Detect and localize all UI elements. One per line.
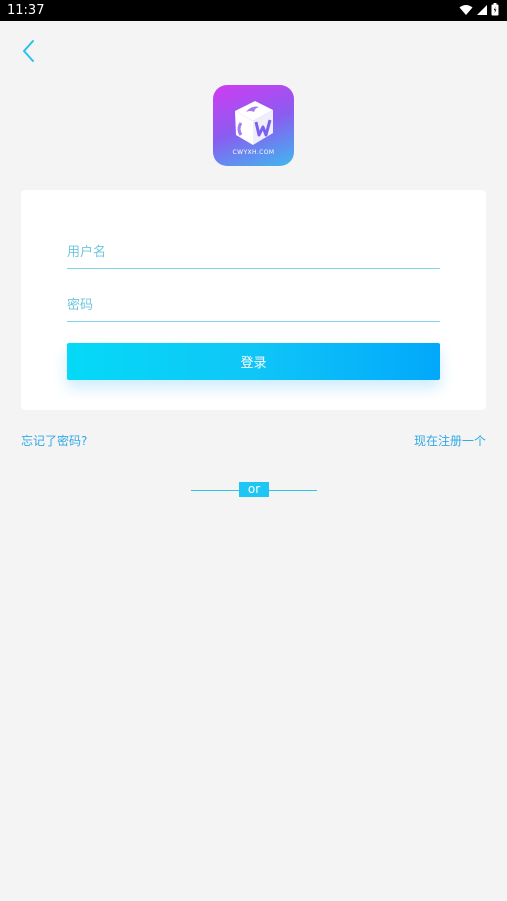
signal-icon: [476, 1, 488, 20]
chevron-left-icon: [23, 40, 34, 62]
username-input[interactable]: [67, 238, 440, 266]
password-field: [67, 291, 440, 322]
status-time: 11:37: [7, 3, 45, 18]
register-link[interactable]: 现在注册一个: [414, 433, 486, 449]
login-card: 登录: [21, 190, 486, 410]
forgot-password-link[interactable]: 忘记了密码?: [21, 433, 87, 449]
battery-icon: [491, 1, 499, 20]
logo-text: CWYXH.COM: [232, 149, 275, 156]
divider-line-right: [269, 490, 317, 491]
or-label: or: [239, 482, 269, 497]
divider-line-left: [191, 490, 239, 491]
password-input[interactable]: [67, 291, 440, 319]
back-button[interactable]: [16, 36, 44, 66]
wifi-icon: [459, 1, 473, 20]
status-bar: 11:37: [0, 0, 507, 21]
or-divider: or: [191, 481, 317, 497]
app-logo: CWYXH.COM: [213, 85, 294, 166]
username-field: [67, 238, 440, 269]
login-button[interactable]: 登录: [67, 343, 440, 380]
status-icons: [459, 3, 499, 18]
